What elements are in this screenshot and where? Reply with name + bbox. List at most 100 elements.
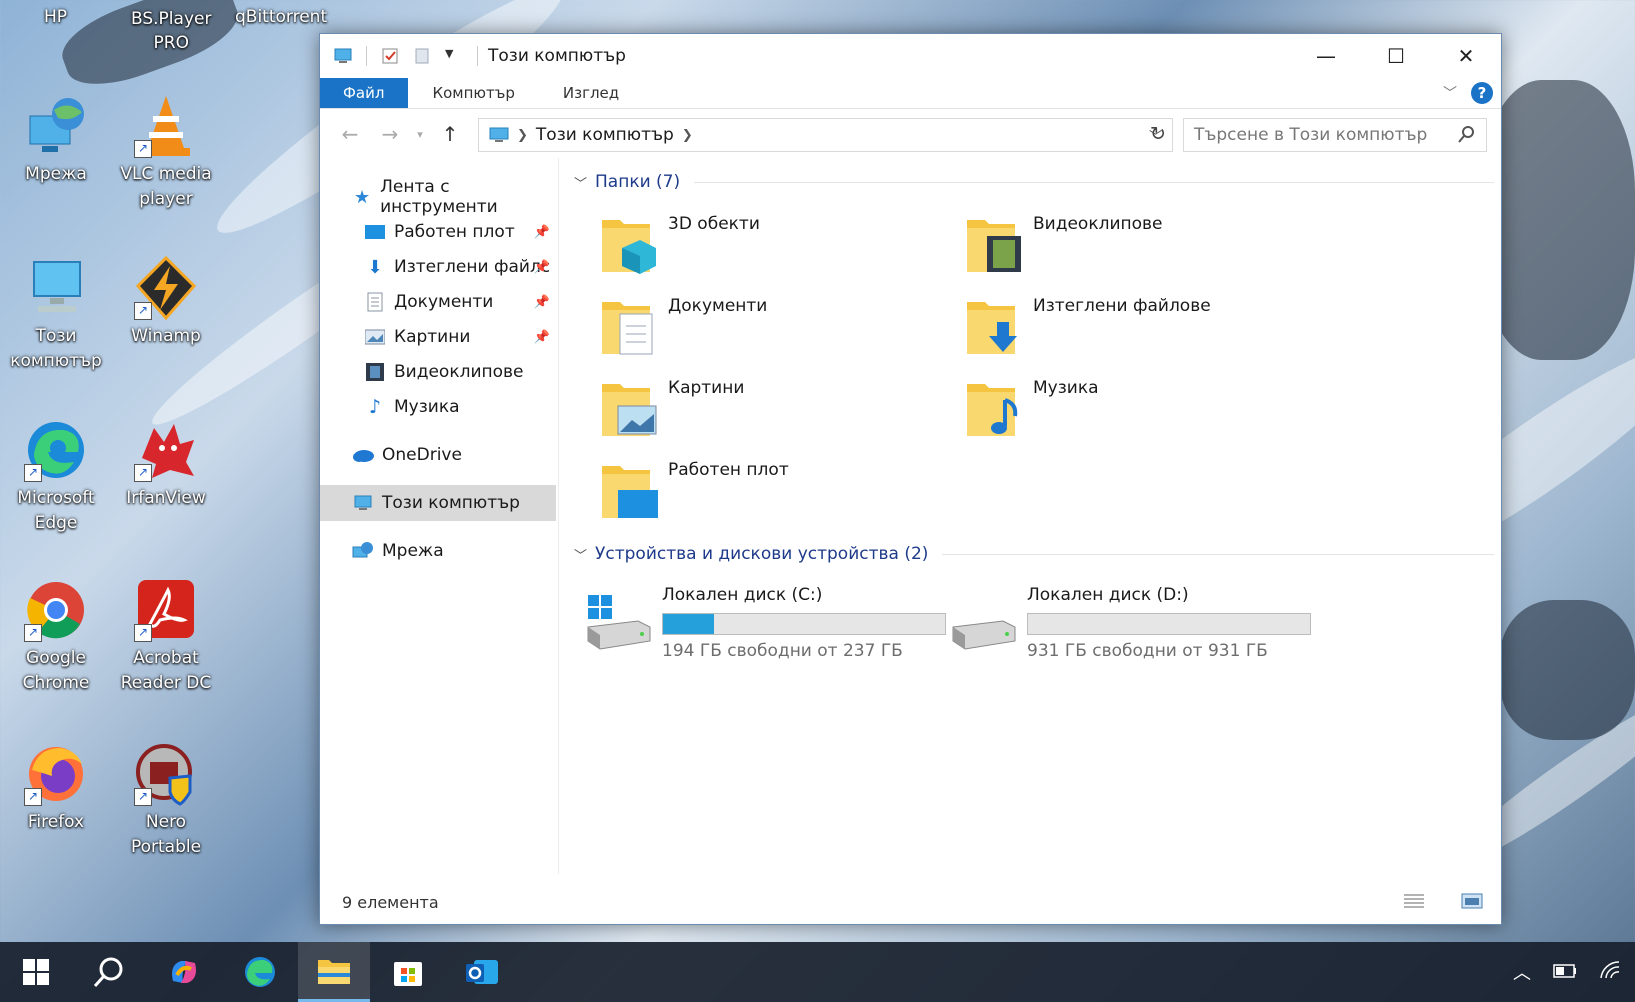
desktop-icon-nero[interactable]: ↗ Nero Portable: [116, 742, 216, 860]
pin-icon[interactable]: 📌: [534, 225, 550, 240]
start-windows-icon[interactable]: [0, 942, 72, 1002]
drive-usage-bar: [662, 613, 946, 635]
pin-icon[interactable]: 📌: [534, 260, 550, 275]
desktop-icon-label: Acrobat Reader DC: [120, 648, 212, 693]
nav-item-network[interactable]: Мрежа: [320, 533, 556, 569]
recent-locations-chevron-icon[interactable]: ▾: [410, 128, 430, 141]
folder-label: Музика: [1033, 378, 1099, 398]
battery-icon[interactable]: [1553, 962, 1577, 983]
desktop-label-bsplayer[interactable]: BS.Player PRO: [131, 7, 211, 55]
expand-ribbon-chevron-icon[interactable]: ﹀: [1443, 83, 1457, 103]
nav-item-onedrive[interactable]: OneDrive: [320, 437, 556, 473]
collapse-chevron-icon[interactable]: ﹀: [574, 545, 587, 564]
group-header-folders[interactable]: ﹀ Папки (7): [574, 172, 1494, 192]
forward-button[interactable]: →: [370, 122, 410, 146]
nav-item-pictures[interactable]: Картини 📌: [320, 319, 556, 355]
shortcut-arrow-icon: ↗: [134, 624, 152, 642]
download-arrow-icon: ⬇: [367, 256, 383, 278]
nav-item-desktop[interactable]: Работен плот 📌: [320, 214, 556, 250]
address-bar[interactable]: ❯ Този компютър ❯ ﹀: [478, 118, 1173, 152]
group-divider: [942, 553, 1494, 555]
desktop-icon-this-pc[interactable]: Този компютър: [6, 256, 106, 374]
nav-item-documents[interactable]: Документи 📌: [320, 284, 556, 320]
this-pc-small-icon[interactable]: [334, 47, 352, 65]
desktop-icon-label: Мрежа: [25, 164, 87, 184]
pin-icon[interactable]: 📌: [534, 295, 550, 310]
folder-documents[interactable]: Документи: [600, 290, 960, 360]
file-explorer-window: ▼ Този компютър — ☐ ✕ Файл Компютър Изгл…: [319, 33, 1502, 925]
tab-view[interactable]: Изглед: [539, 78, 643, 108]
desktop-icon-edge[interactable]: ↗ Microsoft Edge: [6, 418, 106, 536]
desktop-label-hp[interactable]: HP: [44, 7, 67, 27]
folder-pictures[interactable]: Картини: [600, 372, 960, 442]
drive-d[interactable]: Локален диск (D:) 931 ГБ свободни от 931…: [951, 583, 1311, 663]
store-icon[interactable]: [372, 942, 444, 1002]
folder-videos[interactable]: Видеоклипове: [965, 208, 1325, 278]
drive-c[interactable]: Локален диск (C:) 194 ГБ свободни от 237…: [586, 583, 946, 663]
system-drive-icon: [586, 593, 652, 653]
music-note-icon: ♪: [368, 396, 382, 418]
tab-file[interactable]: Файл: [320, 78, 409, 108]
details-view-icon[interactable]: [1403, 892, 1425, 914]
search-icon: [1458, 125, 1476, 148]
desktop-icon-acrobat[interactable]: ↗ Acrobat Reader DC: [116, 578, 216, 696]
nav-item-quick-access[interactable]: ★ Лента с инструменти: [320, 177, 556, 217]
breadcrumb-chevron-icon[interactable]: ❯: [517, 128, 528, 143]
nav-item-videos[interactable]: Видеоклипове: [320, 354, 556, 390]
wifi-icon[interactable]: [1599, 960, 1621, 985]
desktop-icon-firefox[interactable]: ↗ Firefox: [6, 742, 106, 835]
collapse-chevron-icon[interactable]: ﹀: [574, 173, 587, 192]
customize-dropdown-icon[interactable]: ▼: [445, 47, 463, 65]
nav-item-this-pc[interactable]: Този компютър: [320, 485, 556, 521]
copilot-icon[interactable]: [148, 942, 220, 1002]
desktop-folder-icon: [600, 458, 660, 520]
large-icons-view-icon[interactable]: [1461, 892, 1483, 914]
search-icon[interactable]: [72, 942, 144, 1002]
search-input[interactable]: Търсене в Този компютър: [1183, 118, 1487, 152]
show-hidden-icons-chevron-icon[interactable]: ︿: [1513, 959, 1531, 985]
maximize-button[interactable]: ☐: [1361, 34, 1431, 78]
tab-computer[interactable]: Компютър: [408, 78, 538, 108]
edge-icon[interactable]: [224, 942, 296, 1002]
desktop-icon-label: Nero Portable: [130, 812, 202, 857]
desktop-icon-label: Winamp: [131, 326, 201, 346]
window-title: Този компютър: [488, 46, 626, 66]
divider: [477, 46, 478, 66]
desktop-icon-network[interactable]: Мрежа: [6, 94, 106, 187]
desktop-icon-irfanview[interactable]: ↗ IrfanView: [116, 418, 216, 511]
up-button[interactable]: ↑: [430, 122, 470, 146]
system-tray: ︿: [1513, 942, 1635, 1002]
desktop-icon-winamp[interactable]: ↗ Winamp: [116, 255, 216, 349]
desktop-icon-label: Microsoft Edge: [17, 488, 95, 533]
minimize-button[interactable]: —: [1291, 34, 1361, 78]
item-count: 9 елемента: [342, 892, 439, 912]
nav-item-music[interactable]: ♪ Музика: [320, 389, 556, 425]
new-folder-icon[interactable]: [413, 47, 431, 65]
desktop-icon-label: IrfanView: [126, 488, 206, 508]
desktop-icon-vlc[interactable]: ↗ VLC media player: [116, 94, 216, 212]
breadcrumb-this-pc[interactable]: Този компютър: [536, 125, 674, 145]
shortcut-arrow-icon: ↗: [134, 788, 152, 806]
close-button[interactable]: ✕: [1431, 34, 1501, 78]
back-button[interactable]: ←: [330, 122, 370, 146]
folder-downloads[interactable]: Изтеглени файлове: [965, 290, 1325, 360]
group-header-drives[interactable]: ﹀ Устройства и дискови устройства (2): [574, 544, 1494, 564]
folder-3d-objects[interactable]: 3D обекти: [600, 208, 960, 278]
outlook-icon[interactable]: [446, 942, 518, 1002]
file-explorer-icon[interactable]: [298, 942, 370, 1002]
breadcrumb-chevron-icon[interactable]: ❯: [682, 128, 693, 143]
documents-folder-icon: [600, 294, 660, 356]
folder-desktop[interactable]: Работен плот: [600, 454, 960, 524]
folder-label: Видеоклипове: [1033, 214, 1163, 234]
desktop-label-qbittorrent[interactable]: qBittorrent: [235, 7, 327, 27]
documents-icon: [364, 292, 386, 312]
help-icon[interactable]: ?: [1471, 82, 1493, 104]
desktop-icon-chrome[interactable]: ↗ Google Chrome: [6, 578, 106, 696]
downloads-folder-icon: [965, 294, 1025, 356]
refresh-button[interactable]: ↻: [1143, 118, 1173, 150]
shortcut-arrow-icon: ↗: [134, 302, 152, 320]
pin-icon[interactable]: 📌: [534, 330, 550, 345]
nav-item-downloads[interactable]: ⬇ Изтеглени файлс 📌: [320, 249, 556, 285]
properties-check-icon[interactable]: [381, 47, 399, 65]
folder-music[interactable]: Музика: [965, 372, 1325, 442]
